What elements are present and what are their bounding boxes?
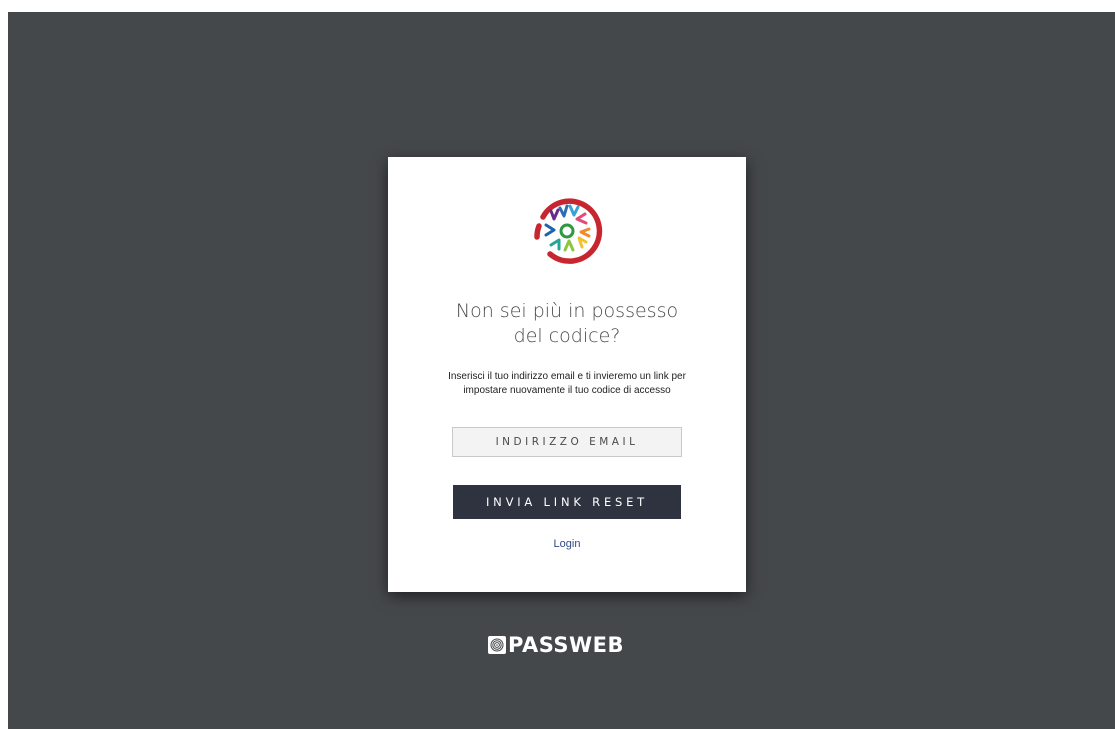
page-title: Non sei più in possesso del codice? [408,299,726,349]
sunburst-logo-icon [534,198,603,264]
title-line-1: Non sei più in possesso [455,300,679,322]
send-reset-link-button[interactable]: INVIA LINK RESET [453,485,681,519]
page-background: Non sei più in possesso del codice? Inse… [8,12,1115,729]
brand-footer: PASSWEB [488,632,624,658]
login-link[interactable]: Login [388,538,746,550]
reset-card: Non sei più in possesso del codice? Inse… [388,157,746,592]
title-line-2: del codice? [513,325,621,347]
instructions-text: Inserisci il tuo indirizzo email e ti in… [448,371,686,396]
email-input[interactable] [452,427,682,457]
fingerprint-icon [488,636,506,654]
brand-name: PASSWEB [508,633,625,657]
